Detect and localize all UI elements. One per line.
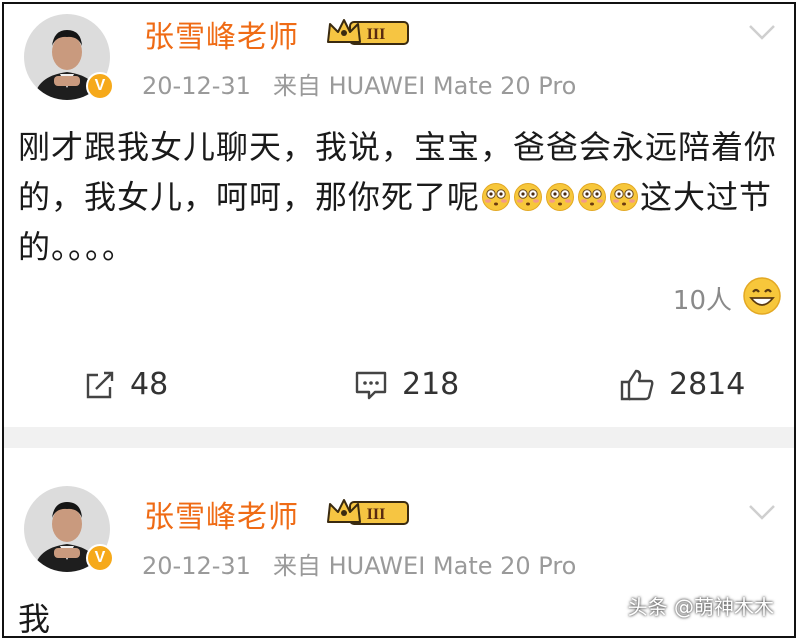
post-text-part1: 我 bbox=[18, 600, 52, 638]
like-count: 2814 bbox=[669, 367, 746, 402]
flushed-emoji-icon bbox=[514, 183, 543, 211]
verified-icon: V bbox=[86, 544, 114, 572]
post-separator bbox=[4, 427, 794, 448]
source-prefix: 来自 bbox=[272, 72, 321, 100]
reaction-count[interactable]: 10人 bbox=[673, 280, 732, 317]
crown-icon: III bbox=[324, 16, 412, 52]
chevron-down-icon[interactable] bbox=[748, 24, 776, 46]
post-time: 20-12-31 bbox=[142, 72, 251, 100]
comment-icon bbox=[355, 371, 387, 399]
author-name[interactable]: 张雪峰老师 bbox=[144, 492, 299, 536]
flushed-emoji-icon bbox=[482, 183, 511, 211]
repost-icon bbox=[86, 371, 114, 398]
avatar[interactable]: V bbox=[24, 14, 114, 100]
emoji-group bbox=[480, 178, 640, 216]
weibo-post: V 张雪峰老师 III 20-12-31 来自 HUAWEI Mate 20 Pr… bbox=[4, 4, 794, 427]
post-time: 20-12-31 bbox=[142, 552, 251, 580]
comment-button[interactable]: 218 bbox=[354, 367, 459, 402]
avatar[interactable]: V bbox=[24, 486, 114, 572]
post-meta: 20-12-31 来自 HUAWEI Mate 20 Pro bbox=[142, 66, 576, 101]
device-name: HUAWEI Mate 20 Pro bbox=[328, 552, 577, 580]
grin-emoji-icon[interactable] bbox=[742, 276, 782, 320]
flushed-emoji-icon bbox=[610, 183, 639, 211]
repost-count: 48 bbox=[130, 367, 169, 402]
source-prefix: 来自 bbox=[272, 552, 321, 580]
chevron-down-icon[interactable] bbox=[748, 504, 776, 526]
level-badge: III bbox=[367, 26, 386, 43]
post-meta: 20-12-31 来自 HUAWEI Mate 20 Pro bbox=[142, 546, 576, 581]
screenshot-frame: V 张雪峰老师 III 20-12-31 来自 HUAWEI Mate 20 Pr… bbox=[2, 2, 796, 638]
comment-count: 218 bbox=[402, 367, 460, 402]
repost-button[interactable]: 48 bbox=[84, 367, 168, 402]
level-badge: III bbox=[367, 506, 386, 523]
verified-icon: V bbox=[86, 72, 114, 100]
flushed-emoji-icon bbox=[546, 183, 575, 211]
author-name[interactable]: 张雪峰老师 bbox=[144, 12, 299, 56]
crown-icon: III bbox=[324, 496, 412, 532]
post-text: 刚才跟我女儿聊天，我说，宝宝，爸爸会永远陪着你的，我女儿，呵呵，那你死了呢 这大过… bbox=[18, 122, 788, 272]
flushed-emoji-icon bbox=[578, 183, 607, 211]
like-button[interactable]: 2814 bbox=[619, 367, 745, 402]
like-icon bbox=[620, 369, 654, 400]
action-bar: 48 218 2814 bbox=[4, 359, 794, 419]
watermark: 头条 @萌神木木 bbox=[627, 595, 774, 619]
device-name: HUAWEI Mate 20 Pro bbox=[328, 72, 577, 100]
